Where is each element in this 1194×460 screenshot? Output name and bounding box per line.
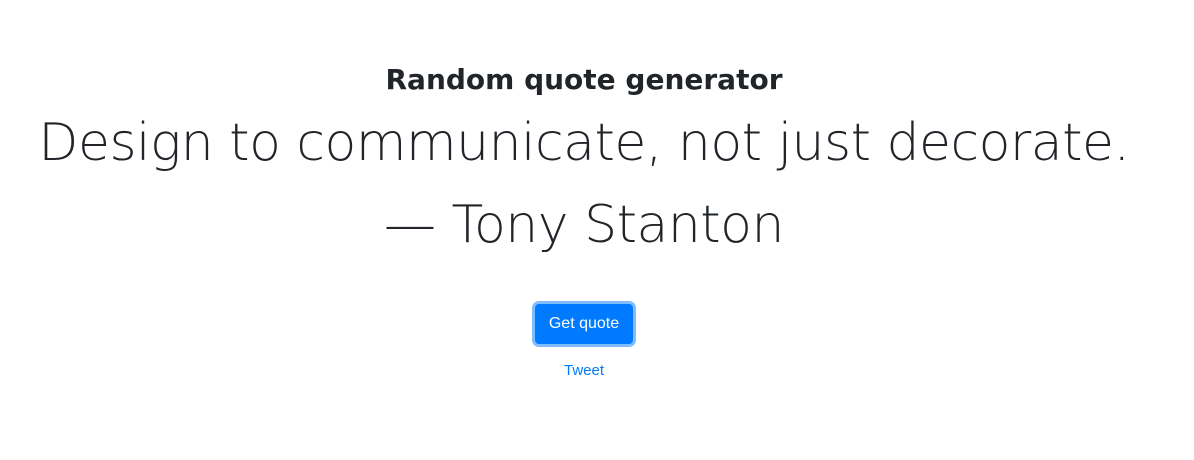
quote-generator-container: Random quote generator Design to communi… bbox=[0, 0, 1168, 460]
quote-text: Design to communicate, not just decorate… bbox=[38, 113, 1130, 173]
tweet-link[interactable]: Tweet bbox=[0, 360, 1168, 382]
get-quote-button[interactable]: Get quote bbox=[535, 304, 633, 344]
page-title: Random quote generator bbox=[385, 63, 783, 96]
quote-author: — Tony Stanton bbox=[384, 195, 784, 255]
